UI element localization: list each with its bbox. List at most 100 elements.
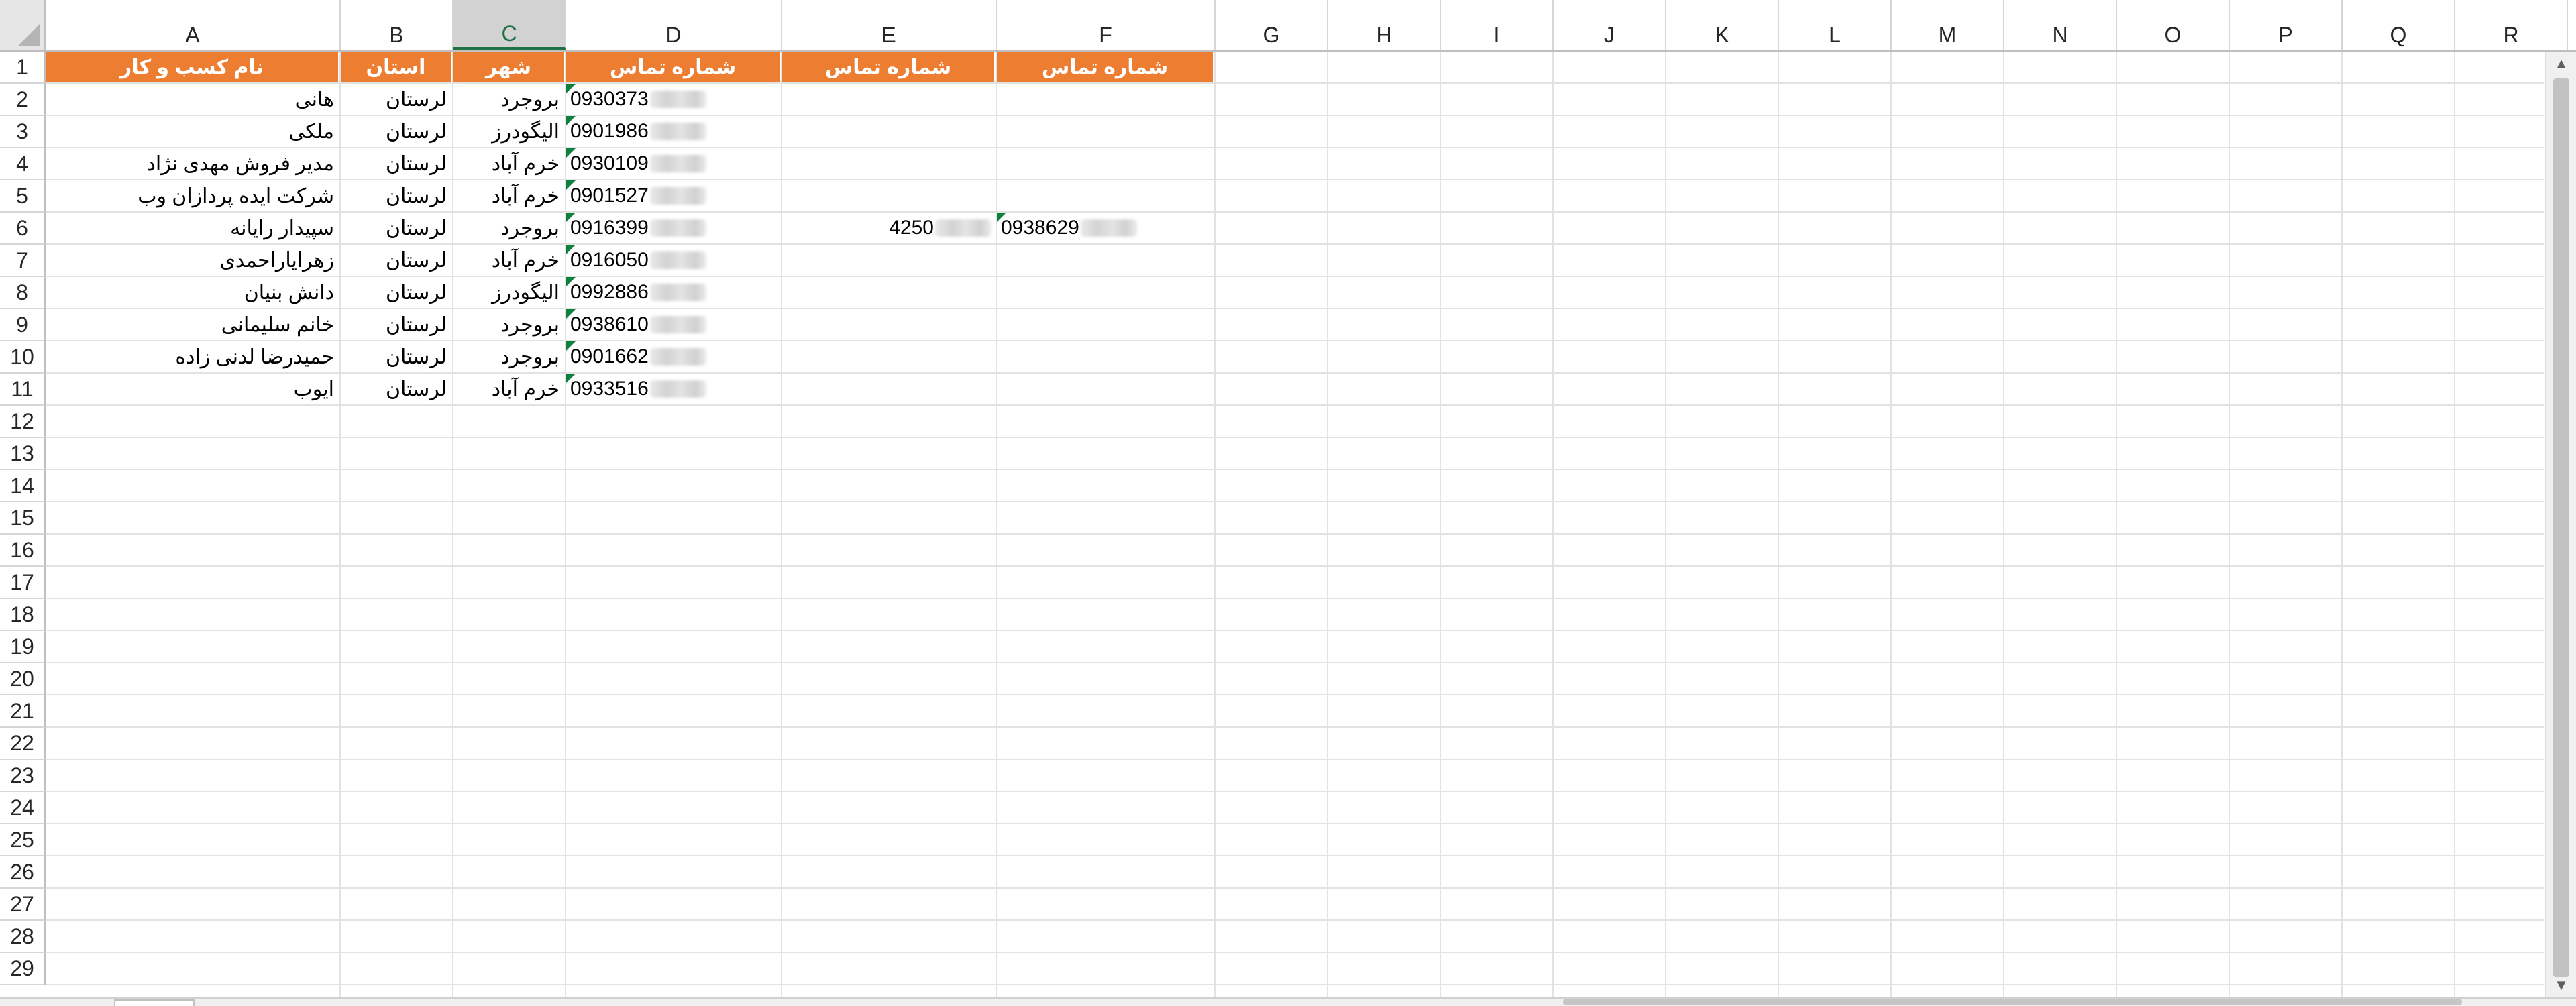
cell-d11[interactable]: 0933516 bbox=[566, 374, 781, 404]
cell-c2[interactable]: بروجرد bbox=[453, 84, 565, 115]
sheet-tab[interactable] bbox=[114, 999, 195, 1006]
row-header-1[interactable]: 1 bbox=[0, 52, 46, 84]
cell-c4[interactable]: خرم آباد bbox=[453, 148, 565, 179]
header-cell-b[interactable]: استان bbox=[341, 52, 452, 82]
error-indicator-icon[interactable] bbox=[566, 277, 576, 286]
cell-e6[interactable]: 4250 bbox=[782, 213, 996, 243]
cell-a4[interactable]: مدیر فروش مهدی نژاد bbox=[46, 148, 339, 179]
row-header-13[interactable]: 13 bbox=[0, 438, 46, 470]
cell-d3[interactable]: 0901986 bbox=[566, 116, 781, 147]
row-header-23[interactable]: 23 bbox=[0, 760, 46, 792]
row-header-18[interactable]: 18 bbox=[0, 599, 46, 631]
column-header-q[interactable]: Q bbox=[2343, 0, 2455, 50]
cell-f6[interactable]: 0938629 bbox=[997, 213, 1214, 243]
cell-d7[interactable]: 0916050 bbox=[566, 245, 781, 276]
column-header-e[interactable]: E bbox=[782, 0, 997, 50]
header-cell-f[interactable]: شماره تماس bbox=[997, 52, 1214, 82]
cell-d4[interactable]: 0930109 bbox=[566, 148, 781, 179]
cell-c5[interactable]: خرم آباد bbox=[453, 180, 565, 211]
column-header-g[interactable]: G bbox=[1216, 0, 1328, 50]
row-header-16[interactable]: 16 bbox=[0, 535, 46, 567]
cell-a9[interactable]: خانم سلیمانی bbox=[46, 309, 339, 340]
select-all-button[interactable] bbox=[0, 0, 46, 52]
row-header-19[interactable]: 19 bbox=[0, 631, 46, 663]
row-header-5[interactable]: 5 bbox=[0, 180, 46, 213]
scroll-down-arrow-icon[interactable]: ▼ bbox=[2546, 973, 2576, 997]
cell-c10[interactable]: بروجرد bbox=[453, 341, 565, 372]
row-header-28[interactable]: 28 bbox=[0, 921, 46, 953]
row-header-22[interactable]: 22 bbox=[0, 728, 46, 760]
row-header-4[interactable]: 4 bbox=[0, 148, 46, 180]
cell-c6[interactable]: بروجرد bbox=[453, 213, 565, 243]
header-cell-c[interactable]: شهر bbox=[453, 52, 565, 82]
horizontal-scroll-thumb[interactable] bbox=[1563, 999, 2462, 1005]
error-indicator-icon[interactable] bbox=[566, 148, 576, 158]
row-header-7[interactable]: 7 bbox=[0, 245, 46, 277]
cell-d9[interactable]: 0938610 bbox=[566, 309, 781, 340]
row-header-26[interactable]: 26 bbox=[0, 856, 46, 889]
cell-d8[interactable]: 0992886 bbox=[566, 277, 781, 308]
scroll-up-arrow-icon[interactable]: ▲ bbox=[2546, 52, 2576, 76]
cell-grid[interactable]: نام کسب و کار استان شهر شماره تماس شماره تما… bbox=[46, 52, 2544, 997]
row-header-27[interactable]: 27 bbox=[0, 889, 46, 921]
cell-a10[interactable]: حمیدرضا لدنی زاده bbox=[46, 341, 339, 372]
row-header-10[interactable]: 10 bbox=[0, 341, 46, 374]
row-header-29[interactable]: 29 bbox=[0, 953, 46, 985]
cell-b11[interactable]: لرستان bbox=[341, 374, 452, 404]
column-header-r[interactable]: R bbox=[2455, 0, 2568, 50]
column-header-b[interactable]: B bbox=[341, 0, 453, 50]
error-indicator-icon[interactable] bbox=[997, 213, 1006, 222]
error-indicator-icon[interactable] bbox=[566, 213, 576, 222]
column-header-o[interactable]: O bbox=[2117, 0, 2230, 50]
cell-b6[interactable]: لرستان bbox=[341, 213, 452, 243]
row-header-6[interactable]: 6 bbox=[0, 213, 46, 245]
vertical-scroll-thumb[interactable] bbox=[2553, 78, 2569, 977]
error-indicator-icon[interactable] bbox=[566, 116, 576, 125]
column-header-p[interactable]: P bbox=[2230, 0, 2343, 50]
cell-d2[interactable]: 0930373 bbox=[566, 84, 781, 115]
error-indicator-icon[interactable] bbox=[566, 245, 576, 254]
column-header-m[interactable]: M bbox=[1892, 0, 2004, 50]
cell-a2[interactable]: هانی bbox=[46, 84, 339, 115]
row-header-15[interactable]: 15 bbox=[0, 502, 46, 535]
column-header-l[interactable]: L bbox=[1779, 0, 1892, 50]
row-header-11[interactable]: 11 bbox=[0, 374, 46, 406]
cell-c3[interactable]: الیگودرز bbox=[453, 116, 565, 147]
cell-a11[interactable]: ایوب bbox=[46, 374, 339, 404]
cell-b2[interactable]: لرستان bbox=[341, 84, 452, 115]
column-header-n[interactable]: N bbox=[2004, 0, 2117, 50]
row-header-12[interactable]: 12 bbox=[0, 406, 46, 438]
cell-b9[interactable]: لرستان bbox=[341, 309, 452, 340]
error-indicator-icon[interactable] bbox=[566, 180, 576, 190]
column-header-i[interactable]: I bbox=[1441, 0, 1554, 50]
cell-d6[interactable]: 0916399 bbox=[566, 213, 781, 243]
row-header-3[interactable]: 3 bbox=[0, 116, 46, 148]
cell-a3[interactable]: ملکی bbox=[46, 116, 339, 147]
row-header-25[interactable]: 25 bbox=[0, 824, 46, 856]
cell-d10[interactable]: 0901662 bbox=[566, 341, 781, 372]
error-indicator-icon[interactable] bbox=[566, 374, 576, 383]
cell-a8[interactable]: دانش بنیان bbox=[46, 277, 339, 308]
error-indicator-icon[interactable] bbox=[566, 84, 576, 93]
cell-b3[interactable]: لرستان bbox=[341, 116, 452, 147]
row-header-9[interactable]: 9 bbox=[0, 309, 46, 341]
cell-c9[interactable]: بروجرد bbox=[453, 309, 565, 340]
header-cell-a[interactable]: نام کسب و کار bbox=[46, 52, 339, 82]
cell-a6[interactable]: سپیدار رایانه bbox=[46, 213, 339, 243]
row-header-21[interactable]: 21 bbox=[0, 695, 46, 728]
cell-a5[interactable]: شرکت ایده پردازان وب bbox=[46, 180, 339, 211]
column-header-c[interactable]: C bbox=[453, 0, 566, 50]
cell-b8[interactable]: لرستان bbox=[341, 277, 452, 308]
cell-b10[interactable]: لرستان bbox=[341, 341, 452, 372]
row-header-14[interactable]: 14 bbox=[0, 470, 46, 502]
cell-b7[interactable]: لرستان bbox=[341, 245, 452, 276]
column-header-k[interactable]: K bbox=[1666, 0, 1779, 50]
cell-c8[interactable]: الیگودرز bbox=[453, 277, 565, 308]
column-header-h[interactable]: H bbox=[1328, 0, 1441, 50]
row-header-24[interactable]: 24 bbox=[0, 792, 46, 824]
header-cell-d[interactable]: شماره تماس bbox=[566, 52, 781, 82]
error-indicator-icon[interactable] bbox=[566, 309, 576, 319]
row-header-8[interactable]: 8 bbox=[0, 277, 46, 309]
cell-b4[interactable]: لرستان bbox=[341, 148, 452, 179]
vertical-scrollbar[interactable]: ▲ ▼ bbox=[2545, 52, 2576, 997]
